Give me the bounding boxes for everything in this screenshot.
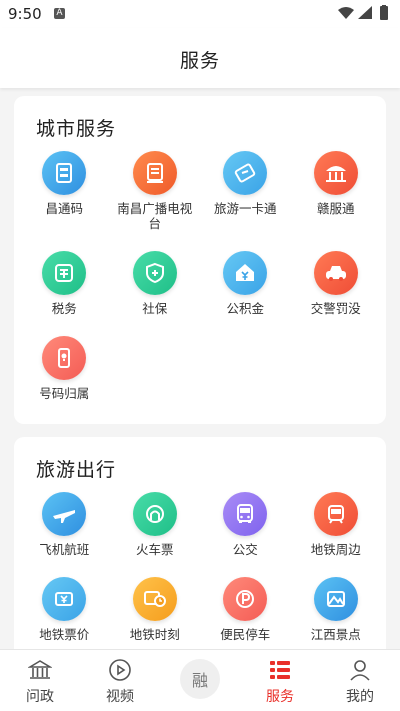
service-label: 社保 <box>142 301 168 316</box>
service-label: 交警罚没 <box>310 301 361 316</box>
nav-item-me[interactable]: 我的 <box>320 650 400 711</box>
service-item-ganfutong[interactable]: 赣服通 <box>291 151 382 231</box>
parking-icon <box>223 577 268 621</box>
government-icon <box>0 658 80 682</box>
service-item-metro-nearby[interactable]: 地铁周边 <box>291 492 382 557</box>
metro-nearby-icon <box>313 492 358 536</box>
battery-icon <box>380 6 388 20</box>
nav-item-wenzheng[interactable]: 问政 <box>0 650 80 711</box>
service-label: 南昌广播电视台 <box>117 201 193 231</box>
center-logo-icon: 融 <box>180 659 220 699</box>
city-services-card: 城市服务 昌通码 南昌广播电视台 旅游一卡通 赣服通 税务 社保 公积金 交警罚… <box>14 96 386 424</box>
travel-services-card: 旅游出行 飞机航班 火车票 公交 地铁周边 地铁票价 地铁时刻 便民停车 江西景… <box>14 437 386 649</box>
nav-label: 我的 <box>346 689 374 705</box>
nav-label: 服务 <box>266 689 294 705</box>
status-bar: 9:50 A <box>0 0 400 28</box>
nav-item-service[interactable]: 服务 <box>240 650 320 711</box>
train-icon <box>132 492 177 536</box>
metro-fare-icon <box>42 577 87 621</box>
service-item-train[interactable]: 火车票 <box>110 492 201 557</box>
service-item-jiangxi-scenic[interactable]: 江西景点 <box>291 577 382 642</box>
service-item-metro-fare[interactable]: 地铁票价 <box>19 577 110 642</box>
service-item-social-security[interactable]: 社保 <box>110 251 201 316</box>
service-label: 江西景点 <box>310 627 361 642</box>
service-item-travel-card[interactable]: 旅游一卡通 <box>200 151 291 231</box>
service-label: 火车票 <box>135 542 174 557</box>
service-label: 旅游一卡通 <box>213 201 277 216</box>
signal-icon <box>358 6 372 19</box>
service-item-parking[interactable]: 便民停车 <box>200 577 291 642</box>
section-title: 城市服务 <box>36 118 117 140</box>
tv-station-icon <box>132 151 177 195</box>
service-item-housing-fund[interactable]: 公积金 <box>200 251 291 316</box>
app-header: 服务 <box>0 28 400 88</box>
service-item-metro-schedule[interactable]: 地铁时刻 <box>110 577 201 642</box>
service-item-bus[interactable]: 公交 <box>200 492 291 557</box>
service-label: 昌通码 <box>45 201 83 216</box>
bottom-nav: 问政 视频 融 服务 我的 <box>0 649 400 711</box>
nav-item-center[interactable]: 融 <box>160 650 240 711</box>
airplane-icon <box>42 492 87 536</box>
service-label: 号码归属 <box>39 386 90 401</box>
service-list-icon <box>240 658 320 682</box>
service-label: 税务 <box>51 301 77 316</box>
social-security-icon <box>132 251 177 295</box>
service-label: 公积金 <box>226 301 264 316</box>
housing-fund-icon <box>223 251 268 295</box>
government-building-icon <box>313 151 358 195</box>
service-item-changtongma[interactable]: 昌通码 <box>19 151 110 231</box>
wifi-icon <box>338 7 354 19</box>
service-grid: 飞机航班 火车票 公交 地铁周边 地铁票价 地铁时刻 便民停车 江西景点 <box>19 492 381 642</box>
notification-icon: A <box>54 8 65 19</box>
transit-card-icon <box>42 151 87 195</box>
service-item-flights[interactable]: 飞机航班 <box>19 492 110 557</box>
tax-icon <box>42 251 87 295</box>
traffic-police-car-icon <box>313 251 358 295</box>
nav-item-video[interactable]: 视频 <box>80 650 160 711</box>
service-item-phone-location[interactable]: 号码归属 <box>19 336 110 401</box>
nav-label: 问政 <box>26 689 54 705</box>
ticket-icon <box>223 151 268 195</box>
person-icon <box>320 658 400 682</box>
service-label: 地铁票价 <box>39 627 90 642</box>
service-item-traffic-fines[interactable]: 交警罚没 <box>291 251 382 316</box>
section-title: 旅游出行 <box>36 459 117 481</box>
phone-location-icon <box>42 336 87 380</box>
metro-schedule-icon <box>132 577 177 621</box>
play-icon <box>80 658 160 682</box>
service-label: 地铁时刻 <box>129 627 180 642</box>
nav-label: 视频 <box>106 689 134 705</box>
service-label: 赣服通 <box>316 201 355 216</box>
status-icons <box>336 4 392 25</box>
service-label: 地铁周边 <box>310 542 361 557</box>
service-item-nanchang-tv[interactable]: 南昌广播电视台 <box>110 151 201 231</box>
scenic-spot-icon <box>313 577 358 621</box>
service-label: 便民停车 <box>220 627 271 642</box>
status-time: 9:50 <box>8 5 42 23</box>
service-item-tax[interactable]: 税务 <box>19 251 110 316</box>
page-title: 服务 <box>179 50 220 72</box>
service-content[interactable]: 城市服务 昌通码 南昌广播电视台 旅游一卡通 赣服通 税务 社保 公积金 交警罚… <box>0 88 400 649</box>
bus-icon <box>223 492 268 536</box>
service-label: 公交 <box>232 542 258 557</box>
service-grid: 昌通码 南昌广播电视台 旅游一卡通 赣服通 税务 社保 公积金 交警罚没 号码归… <box>19 151 381 401</box>
service-label: 飞机航班 <box>39 542 90 557</box>
